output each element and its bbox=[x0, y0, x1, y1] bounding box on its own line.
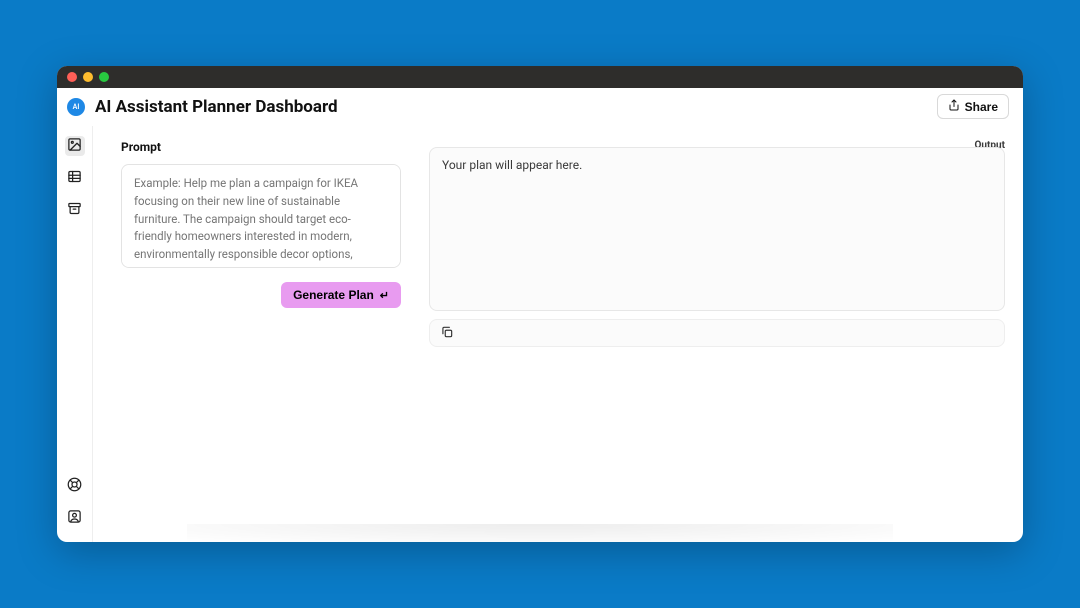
image-icon bbox=[67, 137, 82, 156]
output-box: Your plan will appear here. bbox=[429, 147, 1005, 311]
minimize-window-button[interactable] bbox=[83, 72, 93, 82]
user-icon bbox=[67, 509, 82, 528]
output-footer bbox=[429, 319, 1005, 347]
generate-plan-label: Generate Plan bbox=[293, 288, 374, 302]
titlebar bbox=[57, 66, 1023, 88]
app-window: AI AI Assistant Planner Dashboard Share bbox=[57, 66, 1023, 542]
sidebar-item-image[interactable] bbox=[65, 136, 85, 156]
main-body: Prompt Generate Plan ↵ Output Your plan … bbox=[57, 126, 1023, 542]
share-button-label: Share bbox=[965, 100, 998, 114]
sidebar-item-table[interactable] bbox=[65, 168, 85, 188]
content: Prompt Generate Plan ↵ Output Your plan … bbox=[93, 126, 1023, 542]
table-icon bbox=[67, 169, 82, 188]
close-window-button[interactable] bbox=[67, 72, 77, 82]
sidebar-bottom bbox=[65, 476, 85, 542]
prompt-panel: Prompt Generate Plan ↵ bbox=[121, 140, 401, 542]
generate-row: Generate Plan ↵ bbox=[121, 282, 401, 308]
output-panel: Output Your plan will appear here. bbox=[429, 140, 1005, 542]
page-title: AI Assistant Planner Dashboard bbox=[95, 97, 937, 117]
output-placeholder: Your plan will appear here. bbox=[442, 158, 582, 172]
share-button[interactable]: Share bbox=[937, 94, 1009, 119]
maximize-window-button[interactable] bbox=[99, 72, 109, 82]
sidebar-item-profile[interactable] bbox=[65, 508, 85, 528]
prompt-label: Prompt bbox=[121, 140, 401, 154]
copy-icon[interactable] bbox=[440, 324, 454, 343]
sidebar-item-archive[interactable] bbox=[65, 200, 85, 220]
enter-key-icon: ↵ bbox=[380, 289, 389, 302]
help-icon bbox=[67, 477, 82, 496]
sidebar-item-help[interactable] bbox=[65, 476, 85, 496]
header: AI AI Assistant Planner Dashboard Share bbox=[57, 88, 1023, 126]
sidebar bbox=[57, 126, 93, 542]
app-logo: AI bbox=[67, 98, 85, 116]
generate-plan-button[interactable]: Generate Plan ↵ bbox=[281, 282, 401, 308]
share-icon bbox=[948, 99, 960, 114]
archive-icon bbox=[67, 201, 82, 220]
prompt-input[interactable] bbox=[121, 164, 401, 268]
